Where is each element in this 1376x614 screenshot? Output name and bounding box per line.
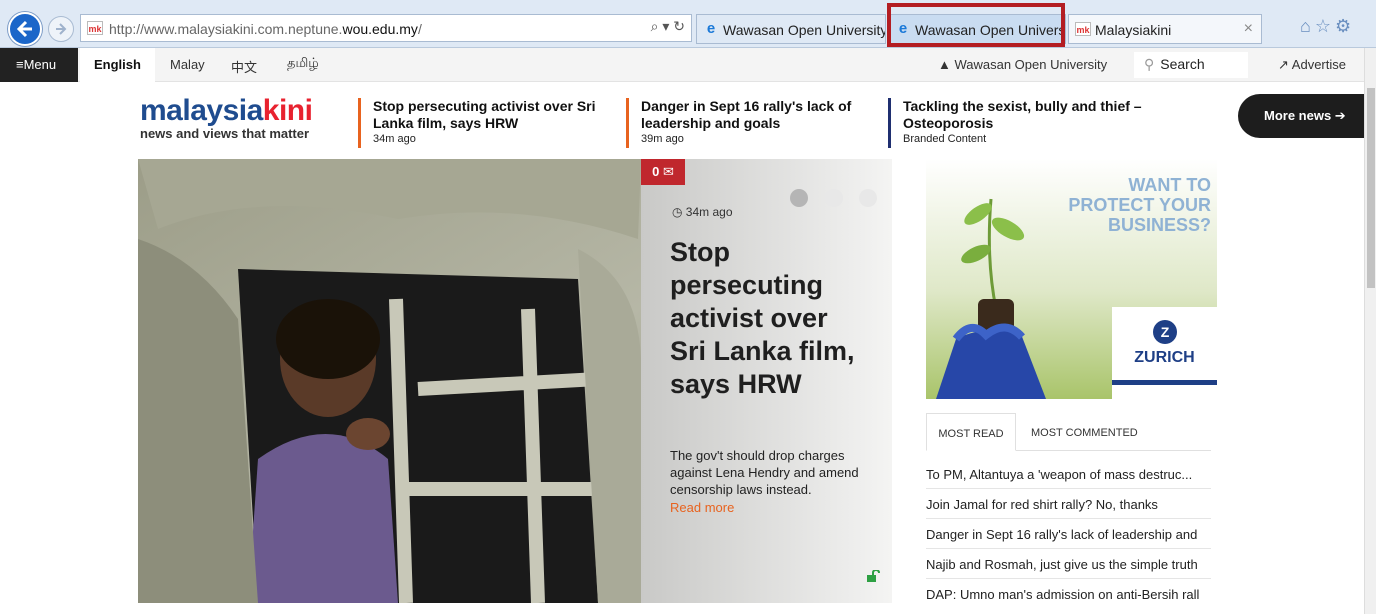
headline-time: 34m ago: [373, 133, 416, 145]
headline-time: 39m ago: [641, 133, 684, 145]
address-url[interactable]: http://www.malaysiakini.com.neptune.wou.…: [109, 21, 422, 37]
headline-title: Tackling the sexist, bully and thief – O…: [903, 98, 1142, 131]
account-link[interactable]: ▲ Wawasan Open University: [938, 57, 1107, 72]
list-item[interactable]: To PM, Altantuya a 'weapon of mass destr…: [926, 459, 1211, 489]
browser-chrome: mk http://www.malaysiakini.com.neptune.w…: [0, 0, 1376, 48]
back-button[interactable]: [8, 12, 42, 46]
search-label: Search: [1160, 56, 1205, 72]
highlight-annotation: [887, 3, 1065, 47]
lang-malay[interactable]: Malay: [170, 57, 205, 72]
hero-title[interactable]: Stop persecuting activist over Sri Lanka…: [670, 236, 870, 401]
most-read-list: To PM, Altantuya a 'weapon of mass destr…: [926, 459, 1211, 609]
list-item[interactable]: Join Jamal for red shirt rally? No, than…: [926, 489, 1211, 519]
logo-tagline: news and views that matter: [140, 126, 310, 141]
more-news-button[interactable]: More news ➔: [1238, 94, 1364, 138]
ie-favicon-icon: e: [706, 20, 716, 37]
tab-most-read[interactable]: MOST READ: [926, 413, 1016, 451]
arrow-left-icon: [16, 20, 32, 38]
top-headline-3[interactable]: Tackling the sexist, bully and thief – O…: [888, 98, 1158, 148]
tab-label: Wawasan Open University ...: [723, 22, 886, 38]
url-prefix: http://www.malaysiakini.com.neptune.: [109, 21, 343, 37]
zurich-brand-name: ZURICH: [1134, 349, 1195, 366]
forward-button[interactable]: [48, 16, 74, 42]
zurich-bar: [1112, 380, 1217, 385]
comment-count-badge[interactable]: 0 ✉: [641, 159, 685, 185]
list-item[interactable]: DAP: Umno man's admission on anti-Bersih…: [926, 579, 1211, 609]
browser-tab-1[interactable]: e Wawasan Open University ...: [696, 14, 886, 44]
logo-part-2: kini: [262, 94, 313, 127]
address-bar[interactable]: mk http://www.malaysiakini.com.neptune.w…: [80, 14, 692, 42]
zurich-mark-icon: Z: [1153, 320, 1177, 344]
scrollbar-thumb[interactable]: [1367, 88, 1375, 288]
menu-button[interactable]: ≡Menu: [0, 48, 78, 82]
browser-tab-3-active[interactable]: mk Malaysiakini ×: [1068, 14, 1262, 44]
carousel-dot-1[interactable]: [790, 189, 808, 207]
site-favicon-icon: mk: [87, 21, 103, 35]
advertise-link[interactable]: ↗ Advertise: [1278, 57, 1346, 73]
top-headline-1[interactable]: Stop persecuting activist over Sri Lanka…: [358, 98, 613, 148]
search-input[interactable]: ⚲ Search: [1134, 52, 1248, 78]
url-domain: wou.edu.my: [342, 21, 418, 37]
most-read-tabs: MOST READ MOST COMMENTED: [926, 413, 1211, 451]
advertisement-banner[interactable]: WANT TO PROTECT YOUR BUSINESS? Z ZURICH: [926, 159, 1217, 399]
unlock-icon: [867, 570, 880, 582]
site-top-bar: ≡Menu English Malay 中文 தமிழ் ▲ Wawasan O…: [0, 48, 1364, 82]
carousel-dot-2[interactable]: [825, 189, 843, 207]
vertical-scrollbar[interactable]: [1364, 48, 1376, 614]
logo-part-1: malaysia: [140, 94, 263, 127]
lang-english[interactable]: English: [80, 48, 155, 82]
address-tools[interactable]: ⌕ ▾ ↻: [651, 18, 685, 35]
headline-title: Stop persecuting activist over Sri Lanka…: [373, 98, 596, 131]
carousel-dot-3[interactable]: [859, 189, 877, 207]
close-tab-icon[interactable]: ×: [1244, 20, 1253, 38]
headline-time: Branded Content: [903, 133, 987, 145]
lang-chinese[interactable]: 中文: [231, 57, 257, 76]
top-headline-2[interactable]: Danger in Sept 16 rally's lack of leader…: [626, 98, 876, 148]
search-icon: ⚲: [1144, 56, 1155, 72]
lang-tamil[interactable]: தமிழ்: [287, 55, 319, 72]
hero-summary: The gov't should drop charges against Le…: [670, 448, 859, 497]
toolbar-icons[interactable]: ⌂☆⚙: [1300, 16, 1355, 37]
zurich-logo: Z ZURICH: [1112, 307, 1217, 399]
tab-most-commented[interactable]: MOST COMMENTED: [1031, 413, 1138, 451]
svg-text:Z: Z: [1161, 324, 1170, 340]
ad-headline: WANT TO PROTECT YOUR BUSINESS?: [1068, 175, 1211, 235]
logo-wordmark: malaysiakini: [140, 96, 340, 126]
site-favicon-icon: mk: [1075, 22, 1091, 36]
tab-label: Malaysiakini: [1095, 22, 1172, 38]
hero-timestamp: ◷ 34m ago: [672, 205, 733, 219]
list-item[interactable]: Najib and Rosmah, just give us the simpl…: [926, 549, 1211, 579]
read-more-link[interactable]: Read more: [670, 500, 734, 515]
arrow-right-icon: [56, 23, 67, 35]
headline-title: Danger in Sept 16 rally's lack of leader…: [641, 98, 852, 131]
list-item[interactable]: Danger in Sept 16 rally's lack of leader…: [926, 519, 1211, 549]
site-logo[interactable]: malaysiakini news and views that matter: [140, 96, 340, 142]
url-suffix: /: [417, 21, 422, 37]
